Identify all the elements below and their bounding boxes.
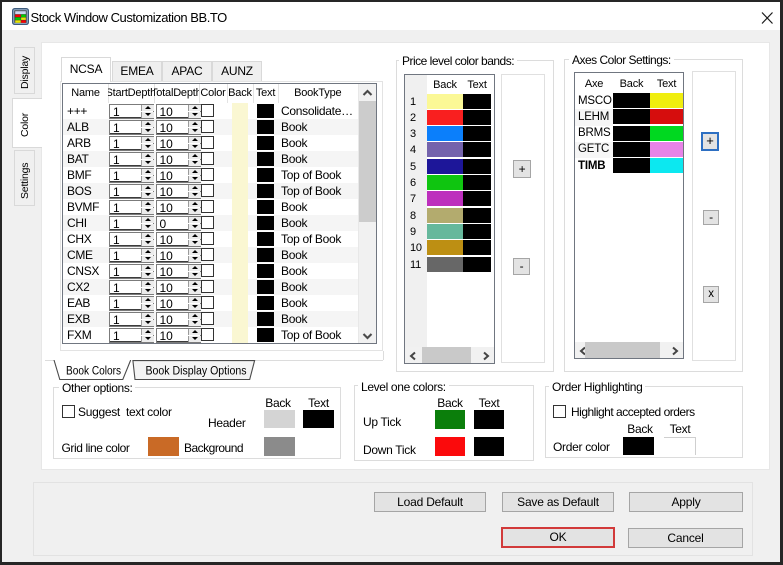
svg-text:Book Colors: Book Colors: [66, 366, 121, 378]
svg-text:Book Display Options: Book Display Options: [146, 366, 247, 378]
